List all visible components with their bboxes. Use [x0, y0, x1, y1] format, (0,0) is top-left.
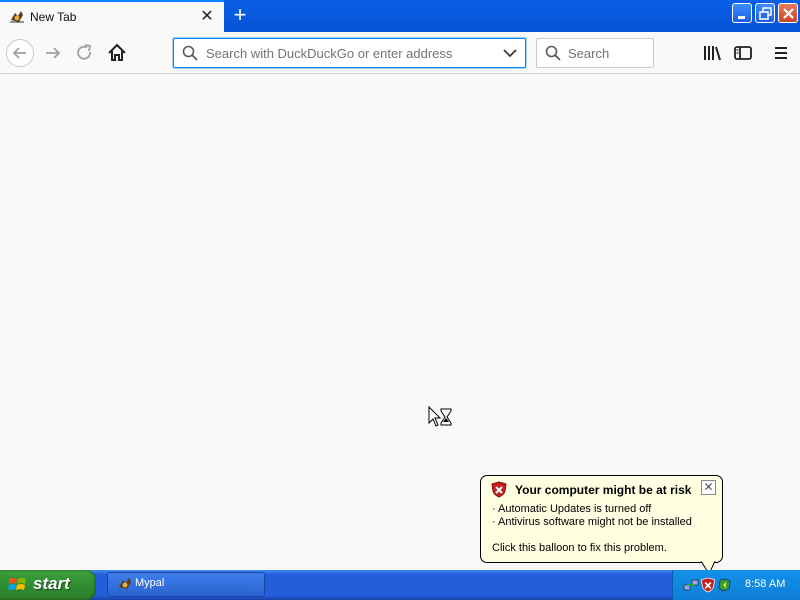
back-arrow-icon	[12, 47, 26, 59]
plus-icon[interactable]: +	[228, 4, 252, 28]
sidebar-button[interactable]	[730, 40, 756, 66]
hourglass-cursor-icon	[428, 406, 452, 427]
home-button[interactable]	[104, 40, 130, 66]
hamburger-menu-icon	[775, 47, 787, 59]
close-window-button[interactable]	[778, 3, 798, 23]
search-icon	[545, 45, 561, 61]
url-bar[interactable]	[173, 38, 526, 68]
search-input[interactable]	[568, 39, 648, 67]
taskbar-item-mypal[interactable]: Mypal	[107, 572, 265, 597]
shield-warning-icon	[491, 481, 507, 498]
menu-button[interactable]	[768, 40, 794, 66]
taskbar-item-label: Mypal	[135, 577, 165, 589]
restore-button[interactable]	[755, 3, 775, 23]
forward-arrow-icon	[46, 47, 61, 59]
balloon-message-line: · Antivirus software might not be install…	[492, 516, 692, 528]
minimize-button[interactable]	[732, 3, 752, 23]
sidebar-icon	[734, 46, 752, 60]
close-icon[interactable]: ✕	[701, 480, 716, 495]
balloon-footer: Click this balloon to fix this problem.	[492, 542, 667, 554]
home-icon	[108, 43, 126, 61]
taskbar: start Mypal 8:58 AM	[0, 570, 800, 600]
library-button[interactable]	[700, 40, 726, 66]
mypal-app-icon	[119, 578, 131, 589]
search-icon	[182, 45, 198, 61]
restore-icon	[759, 7, 772, 20]
reload-button[interactable]	[72, 40, 98, 66]
tab-favicon-icon	[10, 11, 24, 23]
reload-icon	[77, 44, 92, 60]
balloon-message-line: · Automatic Updates is turned off	[492, 503, 652, 515]
minimize-icon	[738, 16, 745, 19]
tab-title: New Tab	[30, 10, 77, 24]
update-icon[interactable]	[717, 577, 733, 593]
system-tray: 8:58 AM	[672, 570, 800, 600]
navigation-bar	[0, 32, 800, 74]
back-button[interactable]	[6, 39, 34, 67]
balloon-title: Your computer might be at risk	[515, 483, 692, 497]
chevron-down-icon[interactable]	[502, 47, 518, 59]
shield-warning-icon[interactable]	[700, 577, 716, 593]
forward-button[interactable]	[40, 40, 66, 66]
windows-logo-icon	[8, 578, 26, 590]
url-input[interactable]	[206, 39, 496, 67]
network-icon[interactable]	[683, 577, 699, 593]
start-button[interactable]: start	[0, 570, 96, 600]
clock: 8:58 AM	[745, 578, 786, 590]
tab-strip: New Tab ✕ +	[0, 0, 800, 32]
balloon-message-list: · Automatic Updates is turned off · Antivi…	[492, 503, 692, 529]
library-icon	[704, 46, 721, 61]
search-bar[interactable]	[536, 38, 654, 68]
close-icon[interactable]: ✕	[198, 8, 216, 26]
close-window-icon	[783, 8, 794, 19]
tab-new-tab[interactable]: New Tab ✕	[0, 0, 224, 32]
start-label: start	[33, 574, 70, 593]
security-balloon[interactable]: Your computer might be at risk ✕ · Automa…	[480, 475, 723, 563]
